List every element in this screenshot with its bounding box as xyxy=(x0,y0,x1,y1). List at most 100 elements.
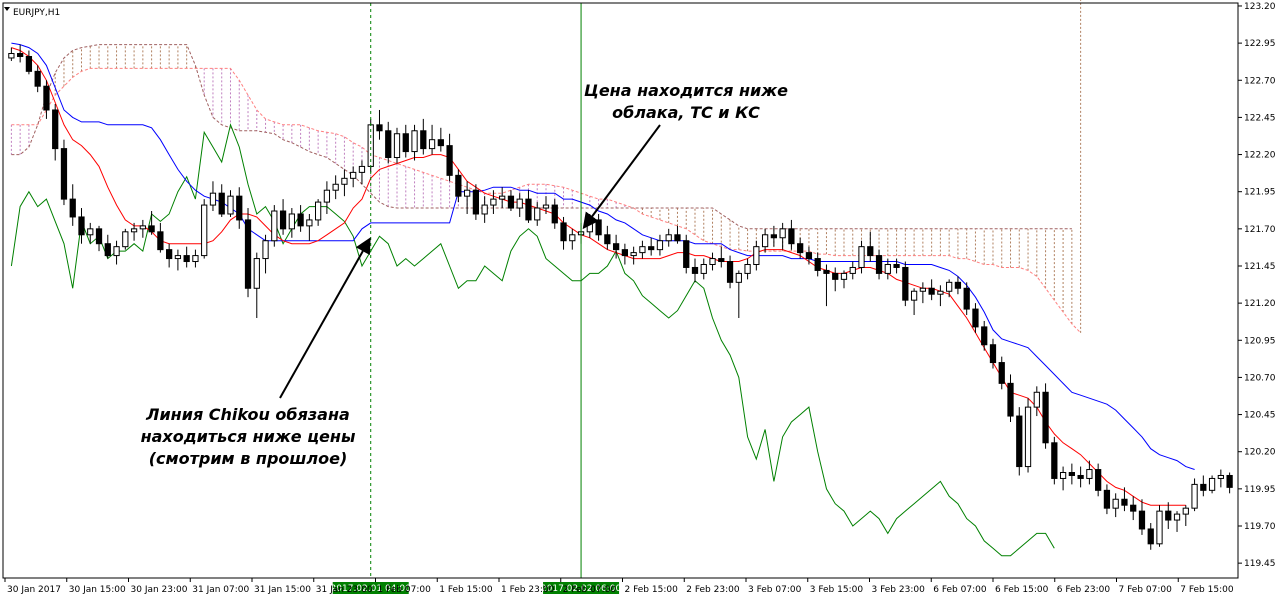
candle-body xyxy=(797,243,804,254)
candle-body xyxy=(358,165,366,173)
candle-body xyxy=(104,243,111,257)
candle-body xyxy=(411,130,418,153)
candle-body xyxy=(69,198,76,218)
candle-body xyxy=(209,192,217,206)
candle-body xyxy=(122,231,129,248)
candle-body xyxy=(954,281,962,289)
candle-body xyxy=(315,201,322,221)
candle-body xyxy=(1182,507,1189,515)
candle-body xyxy=(288,213,295,230)
y-tick-label: 121.45 xyxy=(1244,262,1276,272)
candle-body xyxy=(490,198,497,206)
candle-body xyxy=(867,246,874,257)
candle-body xyxy=(323,189,331,203)
candle-body xyxy=(858,246,865,268)
annotation-text: облака, ТС и КС xyxy=(612,103,760,122)
y-tick-label: 120.95 xyxy=(1244,336,1276,346)
candle-body xyxy=(218,192,225,215)
x-tick-label: 3 Feb 23:00 xyxy=(872,585,926,595)
x-tick-label: 3 Feb 15:00 xyxy=(810,585,864,595)
candle-body xyxy=(25,55,33,72)
candle-body xyxy=(770,234,778,239)
candle-body xyxy=(779,228,786,239)
y-tick-label: 120.70 xyxy=(1244,373,1276,383)
y-tick-label: 122.95 xyxy=(1244,39,1276,49)
x-tick-label: 6 Feb 23:00 xyxy=(1057,585,1111,595)
candle-body xyxy=(1042,391,1049,444)
chart-title: EURJPY,H1 xyxy=(13,8,60,18)
candle-body xyxy=(551,204,558,224)
candle-body xyxy=(17,53,24,57)
candle-body xyxy=(201,204,208,257)
candle-body xyxy=(174,255,182,260)
candle-body xyxy=(43,85,50,111)
candle-body xyxy=(735,272,742,283)
candle-body xyxy=(297,213,304,227)
candle-body xyxy=(604,234,611,245)
x-tick-label: 6 Feb 07:00 xyxy=(933,585,987,595)
candle-body xyxy=(542,204,550,209)
candle-body xyxy=(1095,469,1102,491)
x-tick-label: 7 Feb 15:00 xyxy=(1180,585,1234,595)
candle-body xyxy=(1156,510,1163,545)
candle-body xyxy=(595,219,602,236)
candle-body xyxy=(236,195,243,221)
y-tick-label: 119.45 xyxy=(1244,559,1276,569)
candle-body xyxy=(893,263,900,268)
chart: 2017.02.01 04:00 2017.02.02 06:00 Цена на… xyxy=(0,0,1280,600)
candle-body xyxy=(8,53,15,59)
annotation-text: Цена находится ниже xyxy=(584,81,788,100)
candle-body xyxy=(928,287,935,295)
candle-body xyxy=(709,258,716,265)
candle-body xyxy=(1121,498,1128,506)
candle-body xyxy=(972,308,979,328)
candle-body xyxy=(700,263,707,274)
candle-body xyxy=(525,198,532,221)
y-tick-label: 121.20 xyxy=(1244,299,1276,309)
candle-body xyxy=(902,266,909,301)
candle-body xyxy=(639,246,646,254)
candle-body xyxy=(306,219,313,227)
candle-body xyxy=(87,228,94,236)
x-tick-label: 6 Feb 15:00 xyxy=(995,585,1049,595)
candle-body xyxy=(52,109,59,150)
candle-body xyxy=(1165,510,1172,521)
candle-body xyxy=(139,225,146,230)
candle-body xyxy=(253,258,260,289)
candle-body xyxy=(1077,474,1084,479)
candle-body xyxy=(560,222,567,242)
candle-body xyxy=(989,344,997,364)
y-tick-label: 119.70 xyxy=(1244,522,1276,532)
candle-body xyxy=(350,171,357,179)
x-tick-label: 2 Feb 07:00 xyxy=(563,585,617,595)
candle-body xyxy=(884,263,891,274)
y-tick-label: 121.70 xyxy=(1244,225,1276,235)
candle-body xyxy=(446,145,453,176)
candle-body xyxy=(832,272,839,280)
candle-body xyxy=(569,234,576,242)
candle-body xyxy=(393,133,401,159)
candle-body xyxy=(1208,477,1216,491)
candle-body xyxy=(910,290,918,301)
candle-body xyxy=(621,249,629,257)
x-tick-label: 1 Feb 07:00 xyxy=(378,585,432,595)
candle-body xyxy=(78,216,85,236)
candle-body xyxy=(262,240,269,260)
candle-body xyxy=(1103,489,1111,509)
candle-body xyxy=(1059,472,1067,479)
y-tick-label: 122.20 xyxy=(1244,151,1276,161)
annotation-text: находиться ниже цены xyxy=(141,427,356,446)
candle-body xyxy=(788,228,795,245)
candle-body xyxy=(946,281,953,292)
candle-body xyxy=(612,243,620,251)
candle-body xyxy=(1112,498,1119,509)
x-tick-label: 31 Jan 23:00 xyxy=(316,585,373,595)
candle-body xyxy=(420,130,427,150)
candle-body xyxy=(332,183,339,191)
candle-body xyxy=(1138,510,1146,530)
candle-body xyxy=(1217,474,1224,479)
y-tick-label: 119.95 xyxy=(1244,485,1276,495)
candle-body xyxy=(726,261,734,283)
candle-body xyxy=(630,252,637,257)
candle-body xyxy=(95,228,103,245)
